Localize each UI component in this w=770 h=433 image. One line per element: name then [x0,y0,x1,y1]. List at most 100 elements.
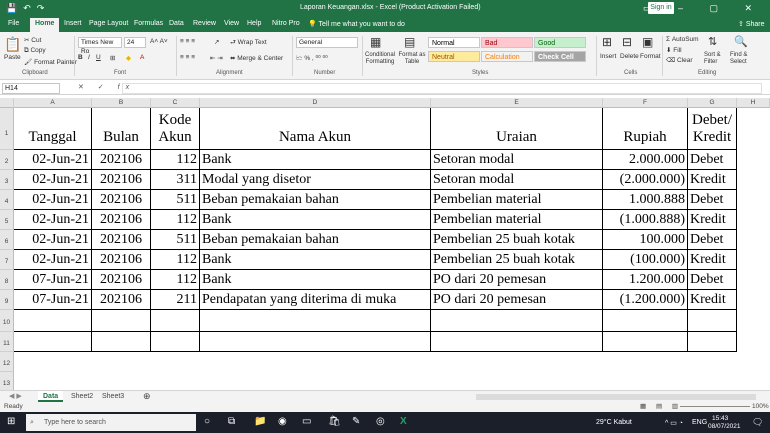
empty-cell[interactable] [151,332,200,352]
horizontal-scrollbar[interactable] [476,394,756,400]
empty-cell[interactable] [200,310,431,332]
tab-page-layout[interactable]: Page Layout [89,20,128,27]
tab-help[interactable]: Help [247,20,261,27]
header-cell-debet-kredit[interactable]: Debet/ Kredit [688,108,737,150]
row-header[interactable]: 5 [0,210,14,230]
cell-debet-kredit[interactable]: Kredit [688,290,737,310]
row-header[interactable]: 1 [0,108,14,150]
autosum-button[interactable]: Σ AutoSum [666,36,699,43]
style-neutral[interactable]: Neutral [428,51,480,62]
font-grow-shrink-icon[interactable]: A˄ A˅ [150,38,168,45]
cell-bulan[interactable]: 202106 [92,230,151,250]
file-manager-icon[interactable]: ▭ [302,416,311,427]
chrome-icon[interactable]: ◎ [376,416,385,427]
tray-icons[interactable]: ^ ▭ ◔ [665,419,683,427]
italic-button[interactable]: I [88,54,90,61]
sheet-tab-sheet3[interactable]: Sheet3 [97,391,129,402]
insert-cells-icon[interactable]: ⊞ [602,35,612,49]
language-indicator[interactable]: ENG [692,419,707,426]
empty-cell[interactable] [688,310,737,332]
row-header[interactable]: 10 [0,310,14,332]
column-header[interactable]: H [737,98,770,108]
row-header[interactable]: 8 [0,270,14,290]
cell-nama-akun[interactable]: Bank [200,150,431,170]
orientation-icon[interactable]: ↗ [214,38,219,46]
borders-icon[interactable]: ⊞ [110,54,115,62]
excel-icon[interactable]: X [400,416,407,427]
store-icon[interactable]: 🛍 [328,416,341,427]
row-header[interactable]: 7 [0,250,14,270]
cell-rupiah[interactable]: (1.000.888) [603,210,688,230]
zoom-level[interactable]: 100% [752,403,769,410]
cell-uraian[interactable]: Pembelian material [431,190,603,210]
tab-view[interactable]: View [224,20,239,27]
cell-nama-akun[interactable]: Beban pemakaian bahan [200,230,431,250]
cell-bulan[interactable]: 202106 [92,270,151,290]
tab-review[interactable]: Review [193,20,216,27]
cell-rupiah[interactable]: 1.000.888 [603,190,688,210]
font-name-select[interactable]: Times New Ro [78,37,122,55]
fill-button[interactable]: ⬇ Fill [666,46,682,54]
align-left-icon[interactable]: ≡ ≡ ≡ [180,54,195,61]
format-painter-button[interactable]: 🖌 Format Painter [24,58,77,66]
align-top-icon[interactable]: ≡ ≡ ≡ [180,38,195,45]
cell-debet-kredit[interactable]: Debet [688,230,737,250]
cell-bulan[interactable]: 202106 [92,170,151,190]
zoom-slider[interactable] [680,406,750,407]
column-header[interactable]: A [14,98,92,108]
cell-nama-akun[interactable]: Bank [200,210,431,230]
tell-me-search[interactable]: 💡 Tell me what you want to do [308,20,405,28]
cell-uraian[interactable]: Pembelian 25 buah kotak [431,230,603,250]
tab-formulas[interactable]: Formulas [134,20,163,27]
name-box[interactable]: H14 [2,83,60,94]
row-header[interactable]: 13 [0,372,14,392]
delete-button[interactable]: Delete [620,53,639,60]
tab-home[interactable]: Home [30,18,60,32]
row-header[interactable]: 2 [0,150,14,170]
nitro-icon[interactable]: ✎ [352,416,360,427]
row-header[interactable]: 6 [0,230,14,250]
cell-kode-akun[interactable]: 211 [151,290,200,310]
cell-nama-akun[interactable]: Beban pemakaian bahan [200,190,431,210]
cell-debet-kredit[interactable]: Debet [688,150,737,170]
cell-kode-akun[interactable]: 311 [151,170,200,190]
paste-icon[interactable]: 📋 [4,36,21,53]
cell-uraian[interactable]: PO dari 20 pemesan [431,290,603,310]
task-view-icon[interactable]: ⧉ [228,416,235,427]
empty-cell[interactable] [603,310,688,332]
sheet-tab-sheet2[interactable]: Sheet2 [66,391,98,402]
font-size-select[interactable]: 24 [124,37,146,48]
style-bad[interactable]: Bad [481,37,533,48]
share-button[interactable]: ⇪ Share [738,20,765,28]
cut-button[interactable]: ✂ Cut [24,36,41,44]
cell-uraian[interactable]: PO dari 20 pemesan [431,270,603,290]
empty-cell[interactable] [151,310,200,332]
number-format-select[interactable]: General [296,37,358,48]
bold-button[interactable]: B [78,54,83,61]
cell-uraian[interactable]: Setoran modal [431,170,603,190]
cell-kode-akun[interactable]: 112 [151,210,200,230]
column-header[interactable]: D [200,98,431,108]
cell-rupiah[interactable]: 1.200.000 [603,270,688,290]
cell-tanggal[interactable]: 07-Jun-21 [14,290,92,310]
format-as-table-button[interactable]: Format as Table [398,52,426,66]
select-all-corner[interactable] [0,98,14,108]
header-cell-tanggal[interactable]: Tanggal [14,108,92,150]
cell-tanggal[interactable]: 02-Jun-21 [14,250,92,270]
indent-icon[interactable]: ⇤ ⇥ [210,54,223,62]
row-header[interactable]: 11 [0,332,14,352]
fill-color-icon[interactable]: ◆ [126,54,131,62]
cell-tanggal[interactable]: 07-Jun-21 [14,270,92,290]
cell-rupiah[interactable]: 2.000.000 [603,150,688,170]
row-header[interactable]: 12 [0,352,14,372]
header-cell-rupiah[interactable]: Rupiah [603,108,688,150]
format-button[interactable]: Format [640,53,661,60]
column-header[interactable]: G [688,98,737,108]
conditional-formatting-icon[interactable]: ▦ [370,35,381,49]
column-header[interactable]: B [92,98,151,108]
header-cell-nama-akun[interactable]: Nama Akun [200,108,431,150]
empty-cell[interactable] [431,310,603,332]
column-header[interactable]: C [151,98,200,108]
merge-center-button[interactable]: ⬌ Merge & Center [230,54,283,62]
cell-tanggal[interactable]: 02-Jun-21 [14,230,92,250]
